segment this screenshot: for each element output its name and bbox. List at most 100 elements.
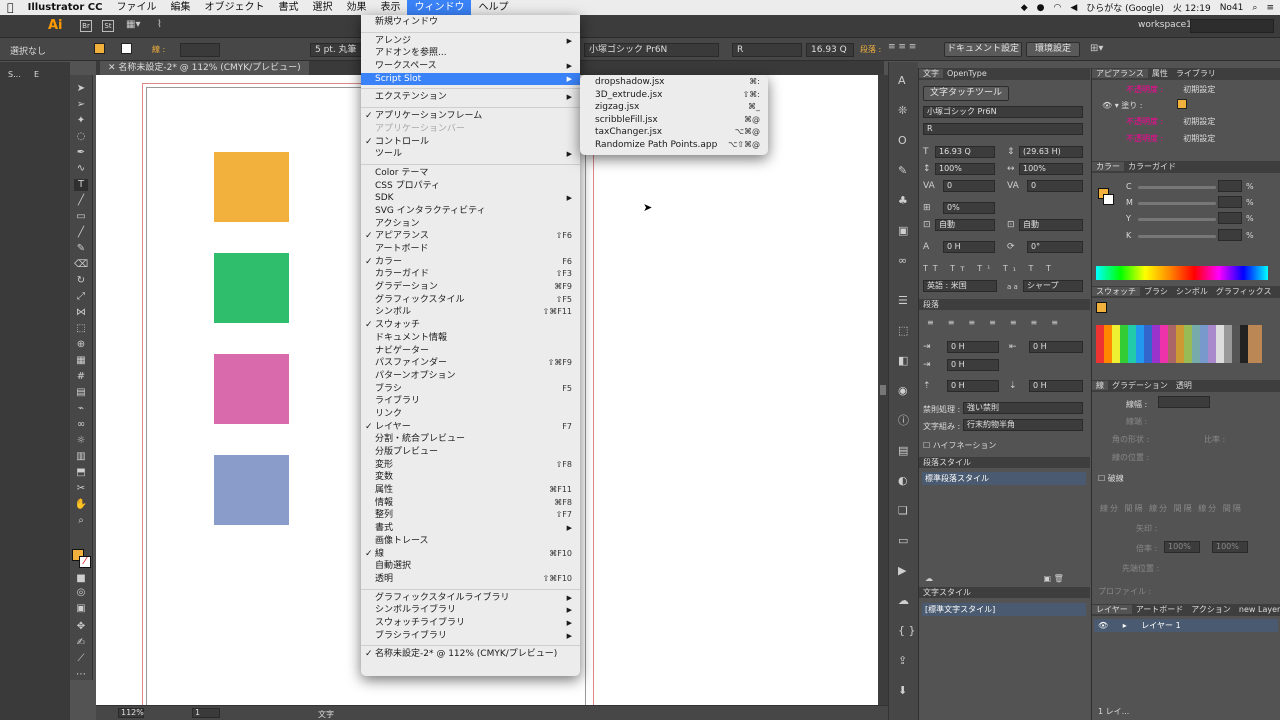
glyphs-icon[interactable]: ❊ [898,105,907,116]
orange-square[interactable] [214,152,289,222]
window-menu-item[interactable]: パスファインダー ⇧⌘F9 [361,357,580,370]
layers-panel-icon[interactable]: ❏ [898,505,908,516]
layer-name[interactable]: レイヤー 1 [1141,621,1180,630]
navigator-icon[interactable]: ◉ [898,385,908,396]
space-before-field[interactable]: 0 H [947,380,999,392]
window-menu-item[interactable]: アクション [361,218,580,231]
tab-brushes[interactable]: ブラシ [1140,287,1172,296]
tab-graphic-styles[interactable]: グラフィックス [1212,287,1276,296]
css-panel-icon[interactable]: { } [898,625,916,636]
channel-k-field[interactable] [1218,229,1242,241]
zoom-field[interactable]: 112% [118,708,144,718]
direct-selection-tool-icon[interactable]: ➢ [74,99,88,111]
clock[interactable]: 火 12:19 [1173,1,1211,14]
tab-actions[interactable]: アクション [1187,605,1235,614]
appearance-fill-row[interactable]: 👁 ▾ 塗り : [1102,100,1143,111]
mesh-tool-icon[interactable]: # [74,371,88,383]
menu-window[interactable]: ウィンドウ [407,0,472,15]
menu-view[interactable]: 表示 [373,0,407,15]
horizontal-scale-field[interactable]: 100% [1019,163,1083,175]
blend-tool-icon[interactable]: ∞ [74,419,88,431]
knife-icon[interactable]: ⟋ [74,653,88,665]
vertical-scrollbar[interactable] [878,75,888,705]
font-family-select[interactable]: 小塚ゴシック Pr6N [923,106,1083,118]
graphic-styles-icon[interactable]: ▣ [898,225,908,236]
aki-left-select[interactable]: 自動 [935,219,995,231]
char-rotation-field[interactable]: 0° [1027,241,1083,253]
window-menu-item[interactable]: 画像トレース [361,535,580,548]
window-menu-item[interactable]: ✓ 線 ⌘F10 [361,548,580,561]
list-icon[interactable]: ≡ [1266,3,1274,13]
window-menu-item[interactable]: アドオンを参照... [361,47,580,60]
opentype-icon[interactable]: O [898,135,907,146]
perspective-grid-icon[interactable]: ▦ [74,355,88,367]
bridge-icon[interactable]: Br [80,20,92,32]
hyphenation-checkbox[interactable]: ☐ ハイフネーション [923,440,996,451]
color-spectrum[interactable] [1096,266,1268,280]
arrow-scale-end[interactable]: 100% [1212,541,1248,553]
character-panel-icon[interactable]: A [898,75,906,86]
character-style-title[interactable]: 文字スタイル [923,588,971,597]
paragraph-align-buttons[interactable]: ≡≡≡≡≡≡≡ [927,318,1072,328]
channel-y-field[interactable] [1218,212,1242,224]
scroll-thumb[interactable] [880,385,886,395]
actions-panel-icon[interactable]: ▶ [898,565,906,576]
zoom-tool-icon[interactable]: ⌕ [74,515,88,527]
color-stroke-box[interactable] [1103,194,1114,205]
paintbrush-icon[interactable]: ╱ [74,227,88,239]
window-menu-item[interactable]: 自動選択 [361,560,580,573]
script-menu-item[interactable]: Randomize Path Points.app ⌥⇧⌘@ [580,139,768,152]
align-panel-icon[interactable]: ☰ [898,295,908,306]
paragraph-panel-title[interactable]: 段落 [923,300,939,309]
eraser-icon[interactable]: ⌫ [74,259,88,271]
window-menu-item[interactable]: ナビゲーター [361,345,580,358]
stock-icon[interactable]: St [102,20,114,32]
stroke-swatch[interactable] [121,43,132,54]
window-menu-item[interactable]: シンボルライブラリ ▶ [361,604,580,617]
channel-m-slider[interactable] [1138,202,1216,205]
font-select[interactable]: 小塚ゴシック Pr6N [584,43,719,57]
window-menu-item[interactable]: ✓ アピアランス ⇧F6 [361,230,580,243]
window-menu-item[interactable]: ✓ 名称未設定-2* @ 112% (CMYK/プレビュー) [361,648,580,661]
search-field[interactable] [1190,19,1274,33]
menu-edit[interactable]: 編集 [163,0,197,15]
pink-square[interactable] [214,354,289,424]
gpu-icon[interactable]: ⌇ [157,19,162,30]
window-menu-item[interactable]: SDK ▶ [361,192,580,205]
brush-select[interactable]: 5 pt. 丸筆 [310,43,362,57]
shaper-icon[interactable]: ✎ [74,243,88,255]
export-icon[interactable]: ⬇ [898,685,907,696]
window-menu-item[interactable]: ブラシ F5 [361,383,580,396]
window-menu-item[interactable]: 属性 ⌘F11 [361,484,580,497]
font-style-select[interactable]: R [732,43,802,57]
stroke-width-field[interactable] [1158,396,1210,408]
document-settings-button[interactable]: ドキュメント設定 [944,42,1022,57]
tab-character[interactable]: 文字 [919,69,943,78]
appearance-opacity-3[interactable]: 不透明度 : 初期設定 [1126,133,1215,144]
window-menu-item[interactable]: ドキュメント情報 [361,332,580,345]
symbols-panel-icon[interactable]: ♣ [898,195,908,206]
window-menu-item[interactable]: 変形 ⇧F8 [361,459,580,472]
window-menu-item[interactable]: Color テーマ [361,167,580,180]
type-style-buttons[interactable]: TT Tт T¹ T₁ T T [923,264,1056,274]
window-menu-item[interactable]: 変数 [361,471,580,484]
transparency-icon[interactable]: ◐ [898,475,908,486]
dropbox-icon[interactable]: ◆ [1021,3,1028,13]
tab-gradient[interactable]: グラデーション [1108,381,1172,390]
window-menu-item[interactable]: グラフィックスタイル ⇧F5 [361,294,580,307]
wifi-icon[interactable]: ◠ [1053,3,1061,13]
draw-mode-icon[interactable]: ◎ [74,587,88,599]
font-size-field[interactable]: 16.93 Q [806,43,854,57]
window-menu-item[interactable]: Script Slot ▶ [361,72,580,86]
screen-mode-icon[interactable]: ▣ [74,603,88,615]
tab-new-layer[interactable]: new Layer [1235,605,1280,614]
close-icon[interactable]: ✕ [108,63,118,73]
appearance-opacity-1[interactable]: 不透明度 : 初期設定 [1126,84,1215,95]
script-menu-item[interactable]: 3D_extrude.jsx ⇧⌘: [580,89,768,102]
page-field[interactable]: 1 [192,708,220,718]
script-menu-item[interactable]: zigzag.jsx ⌘_ [580,101,768,114]
tsume-field[interactable]: 0% [943,202,995,214]
tab-stroke[interactable]: 線 [1092,381,1108,390]
menu-file[interactable]: ファイル [109,0,163,15]
pathfinder-icon[interactable]: ◧ [898,355,908,366]
